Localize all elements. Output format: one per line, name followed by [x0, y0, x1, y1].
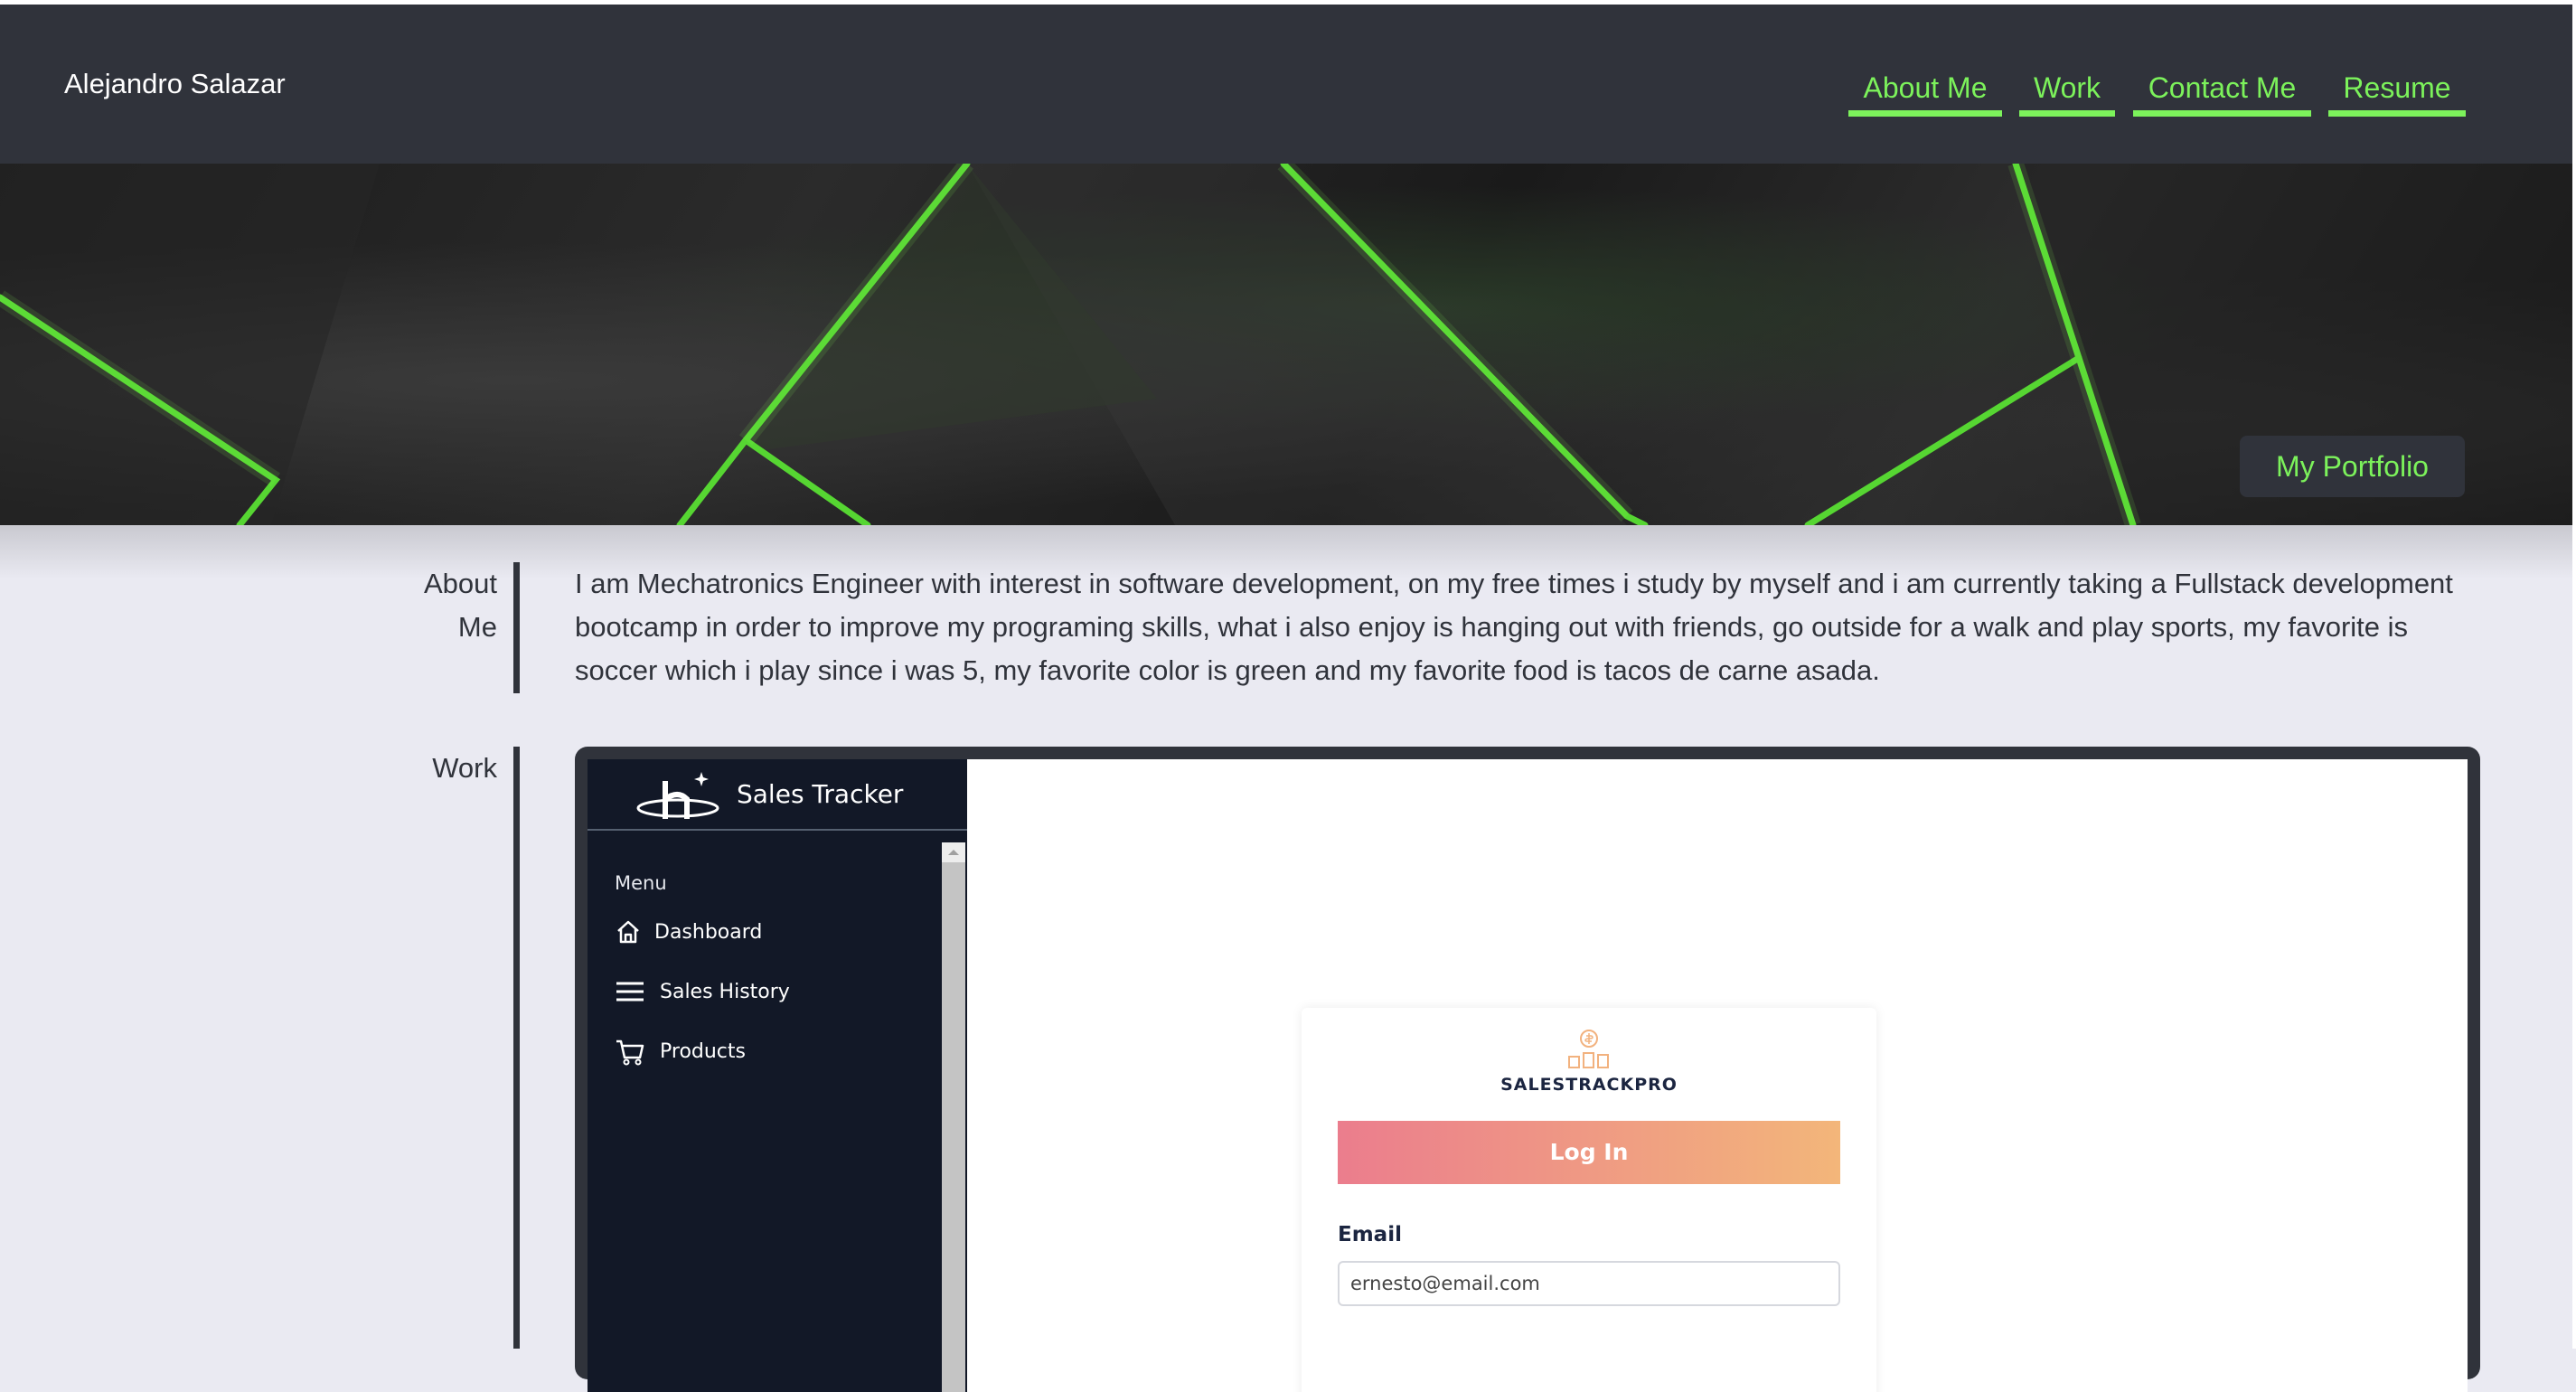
- app-scroll-up-arrow[interactable]: [942, 842, 965, 862]
- list-icon: [616, 982, 644, 1002]
- email-input[interactable]: [1338, 1261, 1840, 1306]
- nav-resume[interactable]: Resume: [2328, 70, 2466, 117]
- work-divider: [513, 747, 520, 1349]
- app-menu-label: Menu: [615, 872, 667, 894]
- app-sidebar: Sales Tracker Menu Dashboard Sales Histo…: [588, 759, 967, 1392]
- app-nav-dashboard-label: Dashboard: [654, 921, 763, 944]
- salestrackpro-logo-icon: [1568, 1030, 1609, 1068]
- site-header: Alejandro Salazar About Me Work Contact …: [0, 5, 2572, 164]
- project-card-sales-tracker[interactable]: Sales Tracker Menu Dashboard Sales Histo…: [575, 747, 2480, 1392]
- app-logo-icon: [636, 772, 719, 819]
- login-button[interactable]: Log In: [1338, 1121, 1840, 1184]
- login-brand-name: SALESTRACKPRO: [1500, 1075, 1678, 1095]
- nav-work[interactable]: Work: [2019, 70, 2115, 117]
- about-me-heading: About Me: [362, 562, 497, 649]
- right-edge: [2572, 0, 2576, 1349]
- my-portfolio-button[interactable]: My Portfolio: [2240, 436, 2465, 497]
- login-card: SALESTRACKPRO Log In Email: [1302, 1008, 1876, 1392]
- nav-about-me[interactable]: About Me: [1848, 70, 2002, 117]
- about-me-text: I am Mechatronics Engineer with interest…: [575, 568, 2453, 686]
- email-label: Email: [1338, 1223, 1402, 1246]
- nav-contact-me[interactable]: Contact Me: [2133, 70, 2311, 117]
- app-logo-row: Sales Tracker: [588, 759, 967, 831]
- app-sidebar-scrollbar[interactable]: [942, 842, 965, 1392]
- app-nav-products-label: Products: [660, 1040, 746, 1063]
- chevron-up-icon: [948, 850, 959, 855]
- app-title: Sales Tracker: [737, 779, 904, 809]
- about-me-heading-line2: Me: [457, 611, 497, 643]
- cart-icon: [616, 1039, 644, 1066]
- work-heading: Work: [432, 752, 497, 784]
- hero-banner: [0, 164, 2572, 525]
- app-nav-sales-history-label: Sales History: [660, 981, 790, 1003]
- home-icon: [617, 920, 639, 944]
- site-name: Alejandro Salazar: [64, 68, 286, 99]
- about-me-heading-line1: About: [423, 568, 497, 599]
- hero-background-art: [0, 164, 2572, 525]
- project-screenshot: Sales Tracker Menu Dashboard Sales Histo…: [588, 759, 2468, 1392]
- about-me-divider: [513, 562, 520, 693]
